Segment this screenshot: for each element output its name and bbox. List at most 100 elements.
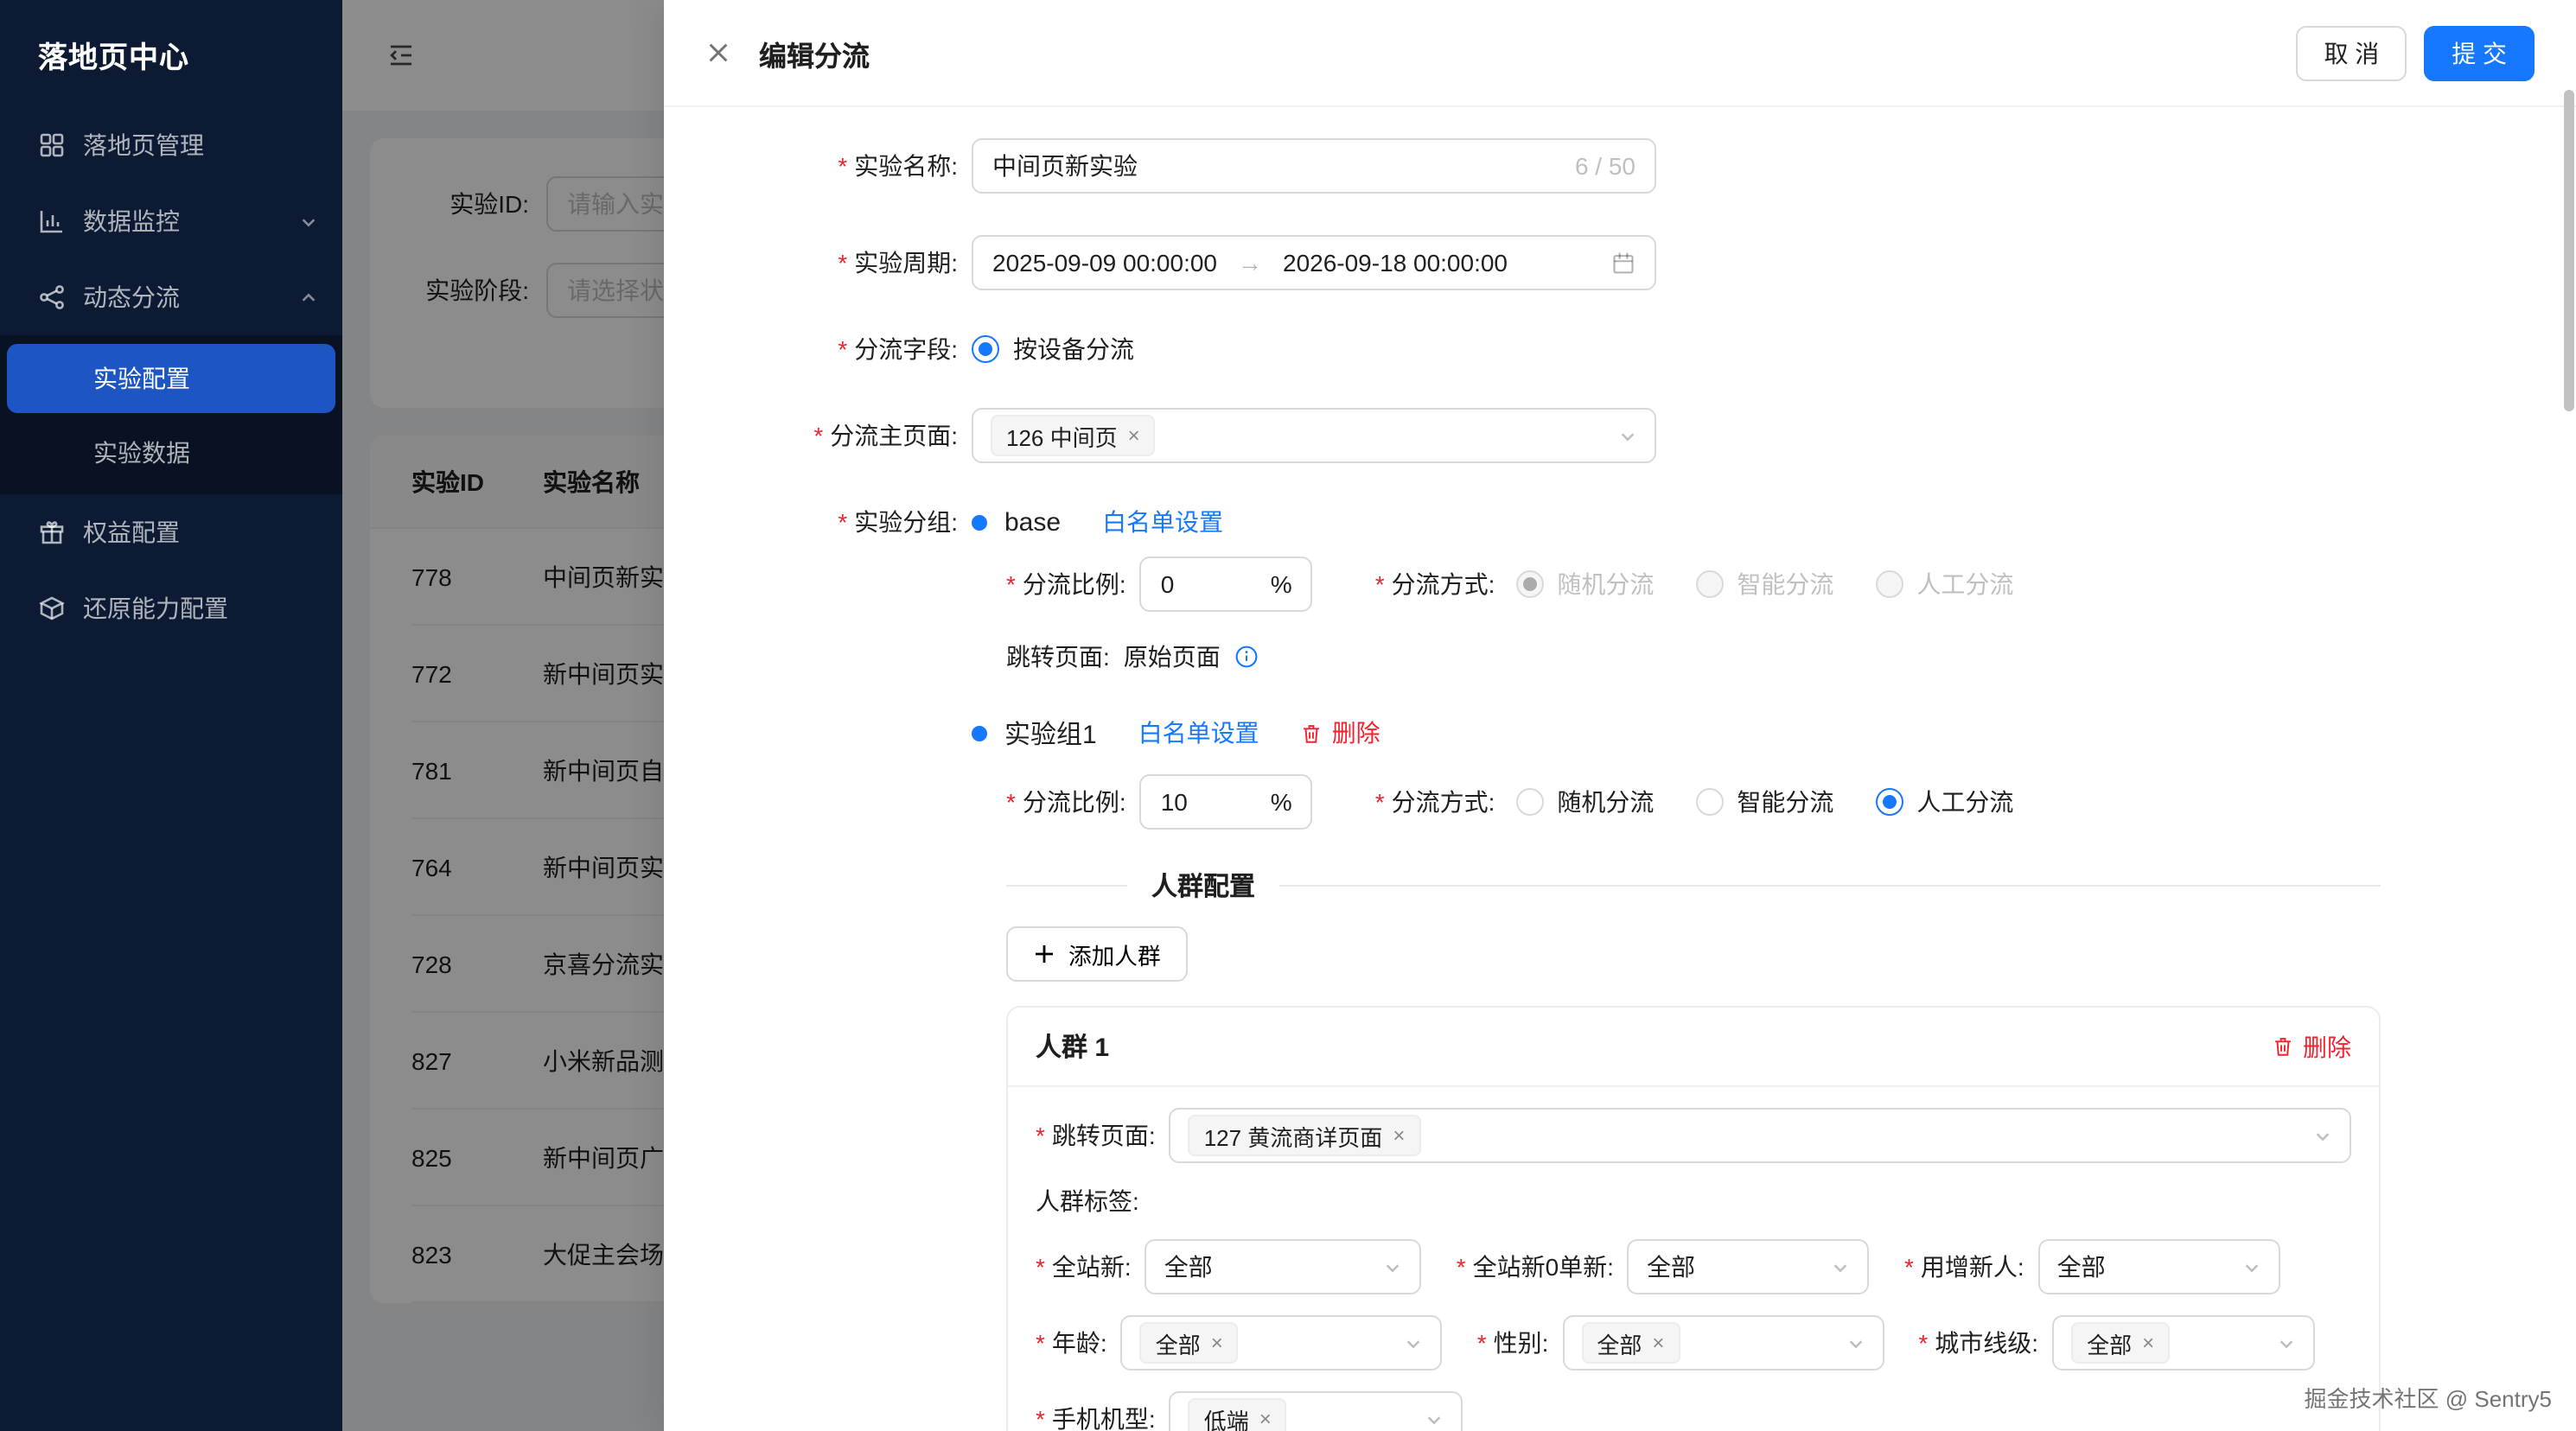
- sidebar-item-data-monitor[interactable]: 数据监控: [0, 183, 342, 259]
- base-ratio-input[interactable]: %: [1140, 556, 1313, 612]
- yongzengxinren-select[interactable]: 全部: [2038, 1239, 2280, 1294]
- gift-icon: [38, 518, 66, 546]
- group1-delete-button[interactable]: 删除: [1301, 716, 1380, 750]
- required-mark: *: [1036, 1122, 1045, 1149]
- bar-chart-icon: [38, 207, 66, 235]
- sidebar-item-label: 还原能力配置: [83, 591, 228, 626]
- main-page-select[interactable]: 126 中间页×: [972, 408, 1656, 463]
- group-name: 实验组1: [1004, 715, 1097, 751]
- required-mark: *: [1477, 1329, 1487, 1357]
- chevron-down-icon: [1832, 1257, 1851, 1276]
- experiment-name-field[interactable]: [992, 152, 1561, 180]
- select-item-quanzhanxin0danxin: * 全站新0单新: 全部: [1457, 1239, 1870, 1294]
- remove-tag-icon[interactable]: ×: [1652, 1332, 1664, 1353]
- required-mark: *: [838, 152, 847, 180]
- close-icon[interactable]: [705, 40, 731, 66]
- appstore-icon: [38, 131, 66, 159]
- add-crowd-button[interactable]: 添加人群: [1006, 926, 1189, 982]
- period-start-value[interactable]: 2025-09-09 00:00:00: [992, 249, 1217, 277]
- quanzhanxin0danxin-select[interactable]: 全部: [1628, 1239, 1870, 1294]
- info-icon[interactable]: [1234, 645, 1259, 669]
- range-arrow-icon: →: [1238, 249, 1262, 277]
- chevron-down-icon: [2242, 1257, 2261, 1276]
- chevron-down-icon: [1846, 1333, 1865, 1352]
- group1-ratio-field[interactable]: [1161, 788, 1260, 816]
- share-nodes-icon: [38, 283, 66, 311]
- period-end-value[interactable]: 2026-09-18 00:00:00: [1283, 249, 1508, 277]
- sidebar-item-rights-config[interactable]: 权益配置: [0, 494, 342, 570]
- required-mark: *: [838, 508, 847, 536]
- crowd-selects-row-3: * 手机机型: 低端×: [1036, 1391, 2351, 1431]
- selected-tag: 全部×: [1140, 1322, 1239, 1364]
- base-whitelist-link[interactable]: 白名单设置: [1102, 505, 1223, 539]
- chevron-down-icon: [299, 212, 318, 231]
- chevron-down-icon: [2313, 1126, 2332, 1145]
- experiment-groups-row: *实验分组: base 白名单设置: [664, 505, 2535, 539]
- delete-crowd-button[interactable]: 删除: [2272, 1029, 2351, 1064]
- remove-tag-icon[interactable]: ×: [1259, 1409, 1272, 1429]
- age-select[interactable]: 全部×: [1121, 1315, 1443, 1371]
- crowd-jump-select[interactable]: 127 黄流商详页面×: [1170, 1108, 2351, 1163]
- radio-icon[interactable]: [1875, 788, 1903, 816]
- sidebar-item-dynamic-split[interactable]: 动态分流: [0, 259, 342, 335]
- sidebar-item-restore-config[interactable]: 还原能力配置: [0, 570, 342, 646]
- group1-ratio-input[interactable]: %: [1140, 774, 1313, 830]
- gender-select[interactable]: 全部×: [1562, 1315, 1884, 1371]
- main-page-row: *分流主页面: 126 中间页×: [664, 408, 2535, 463]
- phone-model-select[interactable]: 低端×: [1170, 1391, 1463, 1431]
- required-mark: *: [1036, 1253, 1045, 1281]
- group-bullet-icon: [972, 725, 987, 741]
- sidebar-item-label: 实验数据: [93, 436, 190, 470]
- radio-random-split[interactable]: 随机分流: [1515, 785, 1654, 819]
- radio-smart-split[interactable]: 智能分流: [1695, 785, 1833, 819]
- scrollbar-thumb[interactable]: [2564, 90, 2574, 411]
- city-tier-select[interactable]: 全部×: [2052, 1315, 2315, 1371]
- required-mark: *: [1006, 570, 1016, 598]
- experiment-name-row: *实验名称: 6 / 50: [664, 138, 2535, 194]
- group1-header: 实验组1 白名单设置 删除: [972, 712, 2535, 754]
- radio-icon[interactable]: [1695, 788, 1723, 816]
- remove-tag-icon[interactable]: ×: [1393, 1125, 1405, 1146]
- group1-whitelist-link[interactable]: 白名单设置: [1138, 716, 1259, 750]
- selected-tag: 全部×: [1581, 1322, 1680, 1364]
- group-name: base: [1004, 507, 1061, 537]
- sidebar-item-experiment-config[interactable]: 实验配置: [7, 344, 335, 413]
- experiment-name-input[interactable]: 6 / 50: [972, 138, 1656, 194]
- required-mark: *: [1457, 1253, 1466, 1281]
- radio-icon[interactable]: [1515, 788, 1543, 816]
- cancel-button[interactable]: 取 消: [2296, 25, 2407, 80]
- jump-value: 原始页面: [1124, 639, 1221, 674]
- crowd-tags-label: 人群标签:: [1036, 1184, 2351, 1218]
- required-mark: *: [1036, 1329, 1045, 1357]
- select-item-phone-model: * 手机机型: 低端×: [1036, 1391, 1463, 1431]
- radio-icon: [1515, 570, 1543, 598]
- sidebar-item-landing-pages[interactable]: 落地页管理: [0, 107, 342, 183]
- radio-by-device[interactable]: 按设备分流: [972, 332, 1134, 366]
- radio-icon[interactable]: [972, 335, 999, 363]
- required-mark: *: [838, 335, 847, 363]
- drawer-title: 编辑分流: [759, 32, 870, 73]
- radio-manual-split[interactable]: 人工分流: [1875, 785, 2013, 819]
- base-ratio-field[interactable]: [1161, 570, 1260, 598]
- sidebar-submenu: 实验配置 实验数据: [0, 335, 342, 494]
- sidebar-item-experiment-data[interactable]: 实验数据: [0, 417, 342, 489]
- crowd-config-title: 人群配置: [1127, 867, 1279, 903]
- selected-tag: 全部×: [2071, 1322, 2170, 1364]
- required-mark: *: [838, 249, 847, 277]
- select-item-age: * 年龄: 全部×: [1036, 1315, 1443, 1371]
- experiment-groups-label: *实验分组:: [664, 505, 972, 539]
- selected-page-tag: 126 中间页×: [991, 415, 1156, 456]
- percent-suffix: %: [1271, 570, 1292, 598]
- experiment-period-picker[interactable]: 2025-09-09 00:00:00 → 2026-09-18 00:00:0…: [972, 235, 1656, 290]
- submit-button[interactable]: 提 交: [2424, 25, 2535, 80]
- drawer-body: *实验名称: 6 / 50 *实验周期: 2025-09-09 00:00:00…: [664, 107, 2576, 1431]
- remove-tag-icon[interactable]: ×: [1128, 425, 1140, 446]
- quanzhanxin-select[interactable]: 全部: [1145, 1239, 1422, 1294]
- experiment-name-label: *实验名称:: [664, 149, 972, 183]
- ratio-label: 分流比例:: [1023, 567, 1126, 601]
- crowd-card-body: * 跳转页面: 127 黄流商详页面× 人群标签:: [1008, 1087, 2379, 1431]
- remove-tag-icon[interactable]: ×: [1211, 1332, 1223, 1353]
- edit-split-drawer: 编辑分流 取 消 提 交 *实验名称: 6 / 50 *实验周期:: [664, 0, 2576, 1431]
- crowd-selects-row-1: * 全站新: 全部 * 全站新0单新:: [1036, 1239, 2351, 1294]
- remove-tag-icon[interactable]: ×: [2142, 1332, 2154, 1353]
